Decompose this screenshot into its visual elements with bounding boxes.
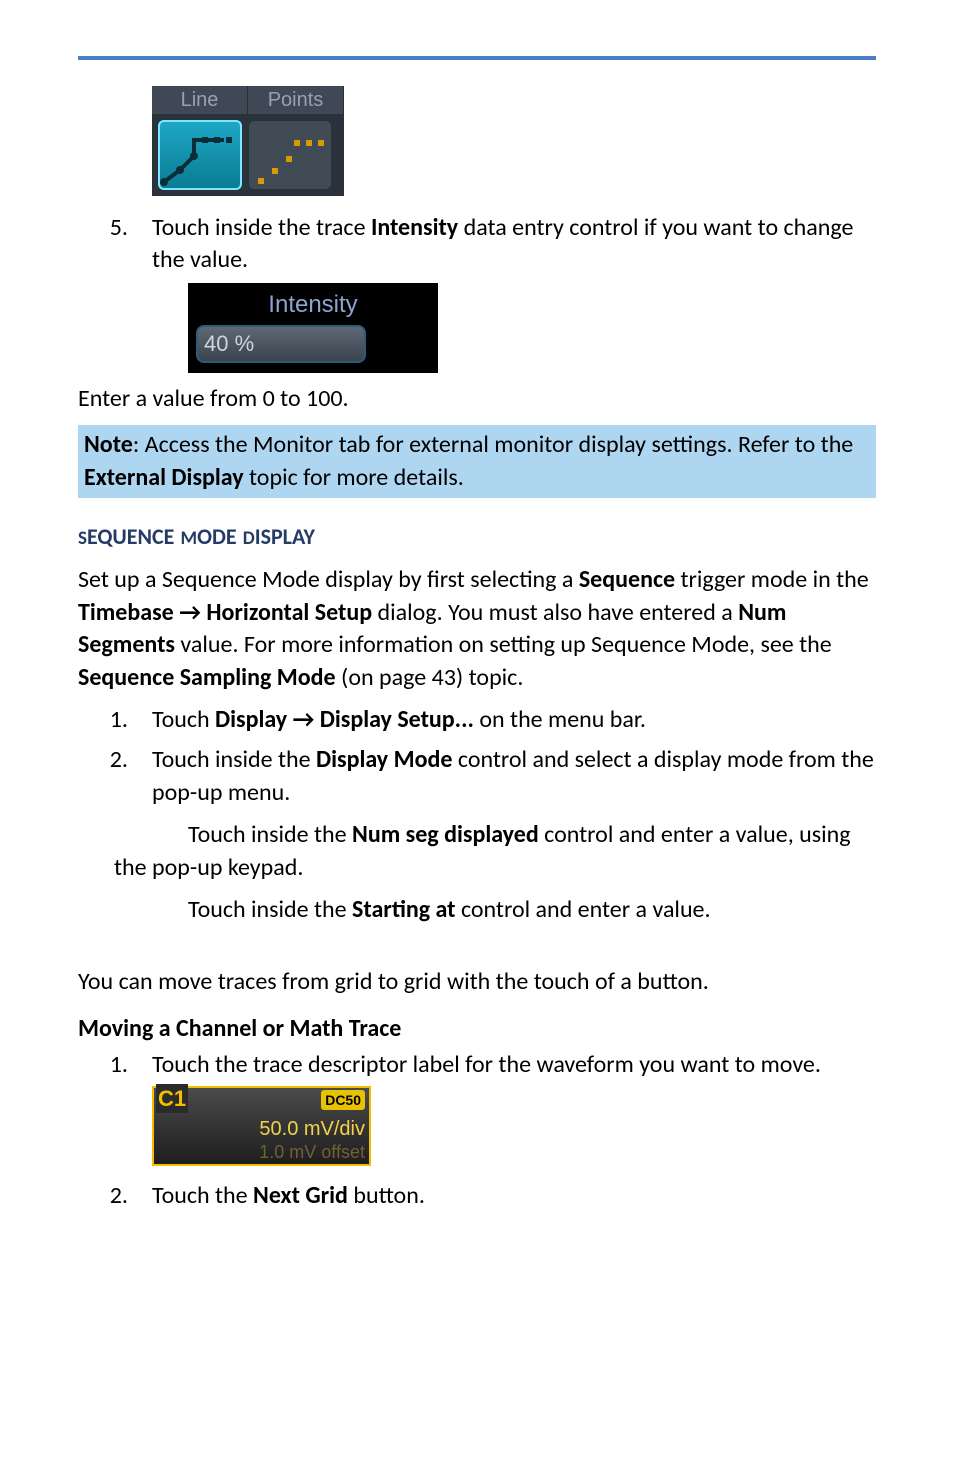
intensity-value-field[interactable]: 40 % <box>196 325 366 363</box>
step-number: 5. <box>78 212 152 277</box>
offset-label: 1.0 mV offset <box>259 1140 365 1164</box>
tab-points[interactable]: Points <box>248 86 344 114</box>
step-text: Touch the Next Grid button. <box>152 1180 876 1212</box>
step-number: 1. <box>78 1049 152 1081</box>
trace-descriptor-c1[interactable]: C1 DC50 50.0 mV/div 1.0 mV offset <box>152 1086 371 1166</box>
intensity-widget: Intensity 40 % <box>188 283 438 373</box>
step-text: Touch the trace descriptor label for the… <box>152 1049 876 1081</box>
step-text: Touch Display → Display Setup... on the … <box>152 704 876 736</box>
step-number: 1. <box>78 704 152 736</box>
note-box: Note: Access the Monitor tab for externa… <box>78 425 876 498</box>
move-para: You can move traces from grid to grid wi… <box>78 966 876 998</box>
moving-heading: Moving a Channel or Math Trace <box>78 1013 876 1045</box>
step-text: Touch inside the Display Mode control an… <box>152 744 876 809</box>
enter-value-text: Enter a value from 0 to 100. <box>78 383 876 415</box>
step-number: 2. <box>78 1180 152 1212</box>
points-mode-button[interactable] <box>248 120 332 190</box>
line-mode-button[interactable] <box>158 120 242 190</box>
header-rule <box>78 56 876 60</box>
coupling-badge: DC50 <box>321 1090 365 1111</box>
line-points-widget: Line Points <box>152 86 344 196</box>
sub-step: Touch inside the Starting at control and… <box>188 894 876 926</box>
vdiv-label: 50.0 mV/div <box>259 1116 365 1143</box>
step-number: 2. <box>78 744 152 809</box>
sub-step: Touch inside the Num seg displayed contr… <box>114 819 876 884</box>
channel-label: C1 <box>156 1084 188 1114</box>
step-text: Touch inside the trace Intensity data en… <box>152 212 876 277</box>
sequence-para: Set up a Sequence Mode display by first … <box>78 564 876 694</box>
sequence-mode-heading: Sequence Mode Display <box>78 518 876 554</box>
tab-line[interactable]: Line <box>152 86 248 114</box>
intensity-label: Intensity <box>196 289 430 325</box>
